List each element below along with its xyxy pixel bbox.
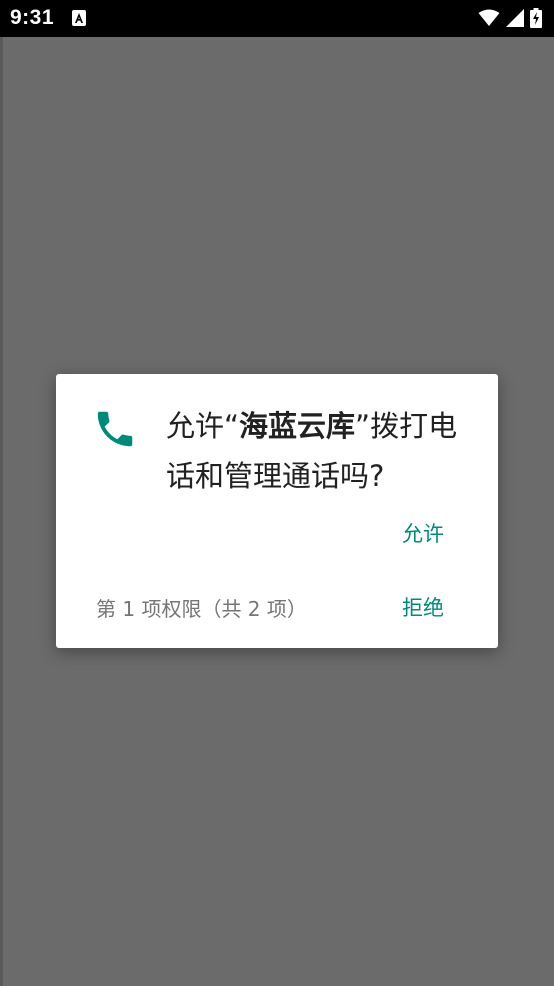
signal-icon: [506, 9, 524, 31]
deny-button[interactable]: 拒绝: [402, 592, 444, 622]
dialog-message: 允许“海蓝云库”拨打电话和管理通话吗?: [166, 401, 471, 501]
battery-charging-icon: [530, 8, 542, 32]
status-bar: 9:31: [0, 0, 554, 37]
status-time: 9:31: [10, 6, 55, 29]
notification-a-icon: [72, 10, 86, 30]
message-prefix: 允许“: [166, 409, 240, 443]
phone-icon: [92, 406, 138, 452]
status-icons: [478, 8, 542, 32]
background-edge: [0, 37, 3, 986]
app-name: 海蓝云库: [239, 409, 356, 443]
allow-button[interactable]: 允许: [402, 518, 444, 548]
permission-count: 第 1 项权限（共 2 项）: [96, 597, 307, 621]
wifi-icon: [478, 9, 500, 31]
permission-dialog: 允许“海蓝云库”拨打电话和管理通话吗? 允许 第 1 项权限（共 2 项） 拒绝: [56, 374, 498, 648]
